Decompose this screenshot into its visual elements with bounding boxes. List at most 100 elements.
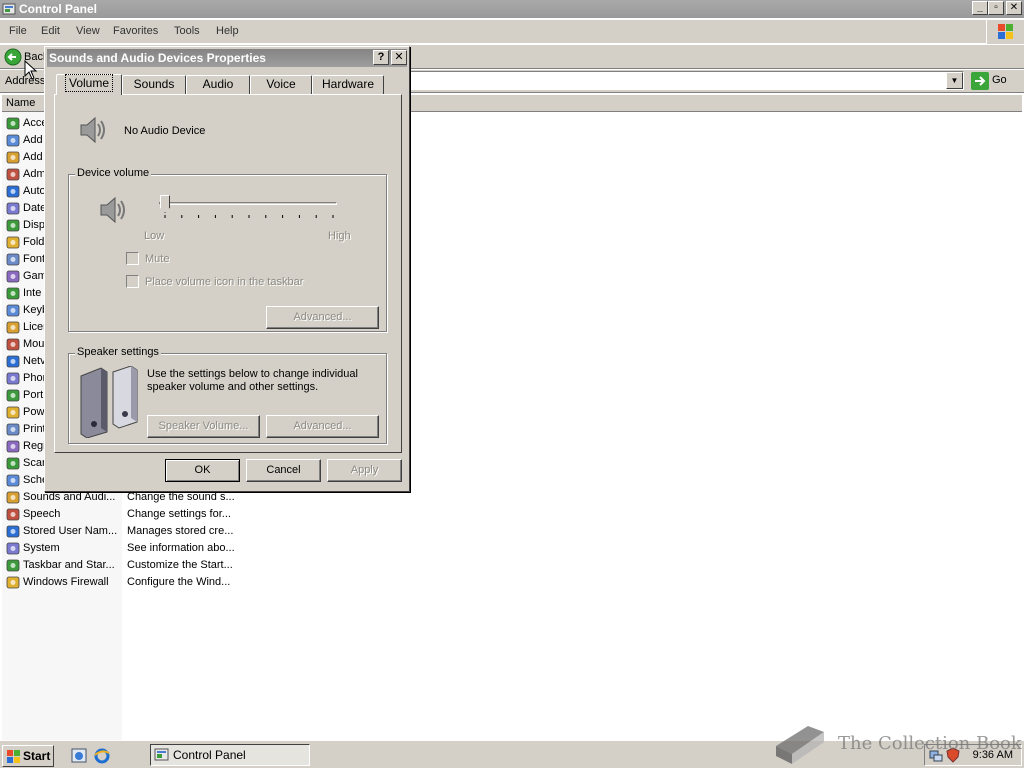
start-button[interactable]: Start: [2, 745, 54, 767]
power-options-icon: [6, 406, 20, 419]
folder-options-icon: [6, 236, 20, 249]
table-row[interactable]: Stored User Nam... Manages stored cre...: [4, 523, 304, 540]
table-row[interactable]: System See information abo...: [4, 540, 304, 557]
high-label: High: [328, 230, 351, 242]
sounds-audio-dialog: Sounds and Audio Devices Properties ? ✕ …: [44, 46, 410, 492]
apply-button[interactable]: Apply: [327, 459, 402, 482]
tab-volume-label: Volume: [64, 74, 114, 92]
watermark-text: The Collection Book: [838, 733, 1022, 754]
speaker-advanced-button[interactable]: Advanced...: [266, 415, 379, 438]
date-time-icon: [6, 202, 20, 215]
volume-slider[interactable]: [159, 195, 339, 221]
mute-label: Mute: [145, 253, 170, 265]
watermark-book-icon: [776, 726, 824, 764]
dialog-title: Sounds and Audio Devices Properties: [49, 51, 266, 65]
volume-advanced-button[interactable]: Advanced...: [266, 306, 379, 329]
address-dropdown-button[interactable]: ▼: [946, 72, 963, 89]
window-title: Control Panel: [19, 2, 98, 16]
go-button[interactable]: Go: [968, 71, 1020, 91]
device-name: No Audio Device: [124, 125, 206, 137]
speakers-icon: [80, 366, 138, 438]
start-label: Start: [23, 749, 51, 763]
scanners-icon: [6, 457, 20, 470]
row-name: Speech: [23, 508, 61, 520]
menu-view[interactable]: View: [76, 25, 100, 37]
menu-file[interactable]: File: [9, 25, 27, 37]
help-button[interactable]: ?: [373, 50, 389, 65]
tab-sounds-label: Sounds: [133, 77, 175, 91]
scheduled-tasks-icon: [6, 474, 20, 487]
back-arrow-icon: [4, 48, 22, 66]
menu-help[interactable]: Help: [216, 25, 239, 37]
row-description: Change the sound s...: [127, 491, 235, 503]
table-row[interactable]: Taskbar and Star... Customize the Start..…: [4, 557, 304, 574]
tab-audio-label: Audio: [202, 77, 234, 91]
minimize-button[interactable]: _: [972, 1, 988, 15]
phone-modem-icon: [6, 372, 20, 385]
speaker-settings-group: Speaker settings Use the settings below …: [68, 346, 387, 444]
go-arrow-icon: [971, 72, 989, 90]
row-description: Change settings for...: [127, 508, 231, 520]
taskbar-start-menu-icon: [6, 559, 20, 572]
system-icon: [6, 542, 20, 555]
tab-volume[interactable]: Volume: [56, 74, 122, 95]
menu-favorites[interactable]: Favorites: [113, 25, 158, 37]
tab-voice[interactable]: Voice: [250, 75, 312, 94]
licensing-icon: [6, 321, 20, 334]
menu-edit[interactable]: Edit: [41, 25, 60, 37]
tab-hardware[interactable]: Hardware: [312, 75, 384, 94]
speaker-description: Use the settings below to change individ…: [147, 368, 358, 393]
tab-sounds[interactable]: Sounds: [122, 75, 186, 94]
control-panel-icon: [2, 3, 16, 15]
network-connections-icon: [6, 355, 20, 368]
quick-launch-internet-explorer-icon[interactable]: [93, 747, 111, 765]
cancel-button[interactable]: Cancel: [246, 459, 321, 482]
close-button[interactable]: ✕: [1006, 1, 1022, 15]
slider-ticks: [164, 215, 334, 218]
window-titlebar: Control Panel _ ▫ ✕: [0, 0, 1024, 18]
regional-options-icon: [6, 440, 20, 453]
mute-checkbox[interactable]: [126, 252, 139, 265]
windows-flag-icon: [998, 24, 1013, 39]
menu-tools[interactable]: Tools: [174, 25, 200, 37]
taskbar-control-panel-label: Control Panel: [173, 748, 246, 762]
table-row[interactable]: Windows Firewall Configure the Wind...: [4, 574, 304, 591]
speaker-volume-button[interactable]: Speaker Volume...: [147, 415, 260, 438]
row-description: Customize the Start...: [127, 559, 233, 571]
dialog-titlebar: Sounds and Audio Devices Properties ? ✕: [47, 49, 407, 67]
keyboard-icon: [6, 304, 20, 317]
internet-options-icon: [6, 287, 20, 300]
portable-media-icon: [6, 389, 20, 402]
tab-audio[interactable]: Audio: [186, 75, 250, 94]
taskbar-control-panel-icon: [154, 748, 169, 761]
mouse-cursor-icon: [24, 60, 38, 80]
dialog-close-button[interactable]: ✕: [391, 50, 407, 65]
volume-speaker-icon: [100, 196, 125, 224]
row-description: Configure the Wind...: [127, 576, 231, 588]
restore-button[interactable]: ▫: [988, 1, 1004, 15]
taskbar-control-panel-button[interactable]: Control Panel: [150, 744, 310, 766]
windows-logo: [986, 20, 1024, 44]
place-icon-checkbox[interactable]: [126, 275, 139, 288]
low-label: Low: [144, 230, 165, 242]
place-icon-label: Place volume icon in the taskbar: [145, 276, 304, 288]
add-hardware-icon: [6, 134, 20, 147]
game-controllers-icon: [6, 270, 20, 283]
stored-user-names-icon: [6, 525, 20, 538]
speech-icon: [6, 508, 20, 521]
go-label: Go: [992, 74, 1007, 86]
display-icon: [6, 219, 20, 232]
quick-launch-control-panel-icon[interactable]: [70, 747, 88, 765]
administrative-tools-icon: [6, 168, 20, 181]
volume-tab-panel: No Audio Device Device volume Low High M…: [54, 94, 402, 453]
row-description: See information abo...: [127, 542, 235, 554]
ok-button[interactable]: OK: [165, 459, 240, 482]
add-remove-programs-icon: [6, 151, 20, 164]
accessibility-icon: [6, 117, 20, 130]
row-name: Windows Firewall: [23, 576, 109, 588]
table-row[interactable]: Speech Change settings for...: [4, 506, 304, 523]
sounds-audio-icon: [6, 491, 20, 504]
address-input[interactable]: [408, 71, 964, 90]
windows-firewall-icon: [6, 576, 20, 589]
device-volume-label: Device volume: [75, 167, 152, 179]
